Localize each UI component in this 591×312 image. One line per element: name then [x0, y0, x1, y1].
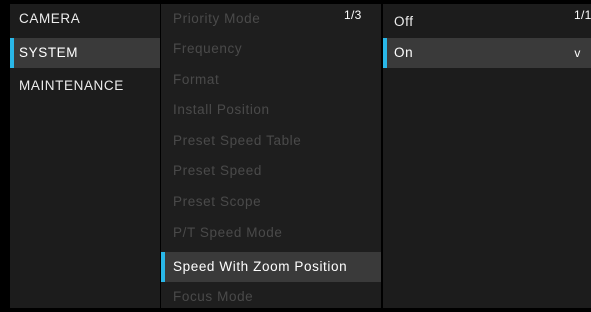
- submenu-item-install-position: Install Position: [161, 95, 381, 125]
- submenu-item-label: Frequency: [173, 41, 243, 56]
- submenu-item-label: Install Position: [173, 102, 270, 117]
- menu-screen: CAMERA SYSTEM MAINTENANCE Priority Mode …: [0, 0, 591, 308]
- submenu-item-label: Format: [173, 72, 220, 87]
- menu-item-camera[interactable]: CAMERA: [10, 4, 160, 34]
- selection-indicator: [383, 38, 387, 68]
- submenu-item-preset-scope: Preset Scope: [161, 187, 381, 217]
- menu-item-label: CAMERA: [19, 11, 81, 26]
- menu-item-system[interactable]: SYSTEM: [10, 38, 160, 68]
- menu-item-label: MAINTENANCE: [19, 78, 124, 93]
- submenu-item-label: Preset Speed Table: [173, 133, 302, 148]
- submenu-item-format: Format: [161, 65, 381, 95]
- menu-item-label: SYSTEM: [19, 45, 79, 60]
- option-on[interactable]: On v: [383, 38, 591, 68]
- menu-item-maintenance[interactable]: MAINTENANCE: [10, 71, 160, 101]
- submenu-item-label: P/T Speed Mode: [173, 225, 283, 240]
- submenu-item-frequency: Frequency: [161, 34, 381, 64]
- checkmark-icon: v: [574, 46, 581, 60]
- submenu-page-indicator: 1/3: [344, 8, 362, 22]
- submenu-item-label: Priority Mode: [173, 11, 261, 26]
- options-page-indicator: 1/1: [574, 8, 591, 22]
- submenu-item-label: Speed With Zoom Position: [173, 259, 348, 274]
- submenu-item-label: Preset Speed: [173, 163, 263, 178]
- main-menu-panel: CAMERA SYSTEM MAINTENANCE: [10, 4, 160, 308]
- submenu-item-speed-with-zoom-position[interactable]: Speed With Zoom Position: [161, 252, 381, 282]
- selection-indicator: [161, 252, 165, 282]
- option-off[interactable]: Off: [383, 7, 591, 37]
- selection-indicator: [10, 38, 14, 68]
- submenu-panel: Priority Mode Frequency Format Install P…: [161, 4, 381, 308]
- options-panel: Off On v: [383, 4, 591, 308]
- option-label: Off: [394, 14, 414, 29]
- submenu-item-preset-speed-table: Preset Speed Table: [161, 126, 381, 156]
- option-label: On: [394, 45, 414, 60]
- submenu-item-preset-speed: Preset Speed: [161, 156, 381, 186]
- submenu-item-pt-speed-mode: P/T Speed Mode: [161, 218, 381, 248]
- submenu-item-label: Preset Scope: [173, 194, 262, 209]
